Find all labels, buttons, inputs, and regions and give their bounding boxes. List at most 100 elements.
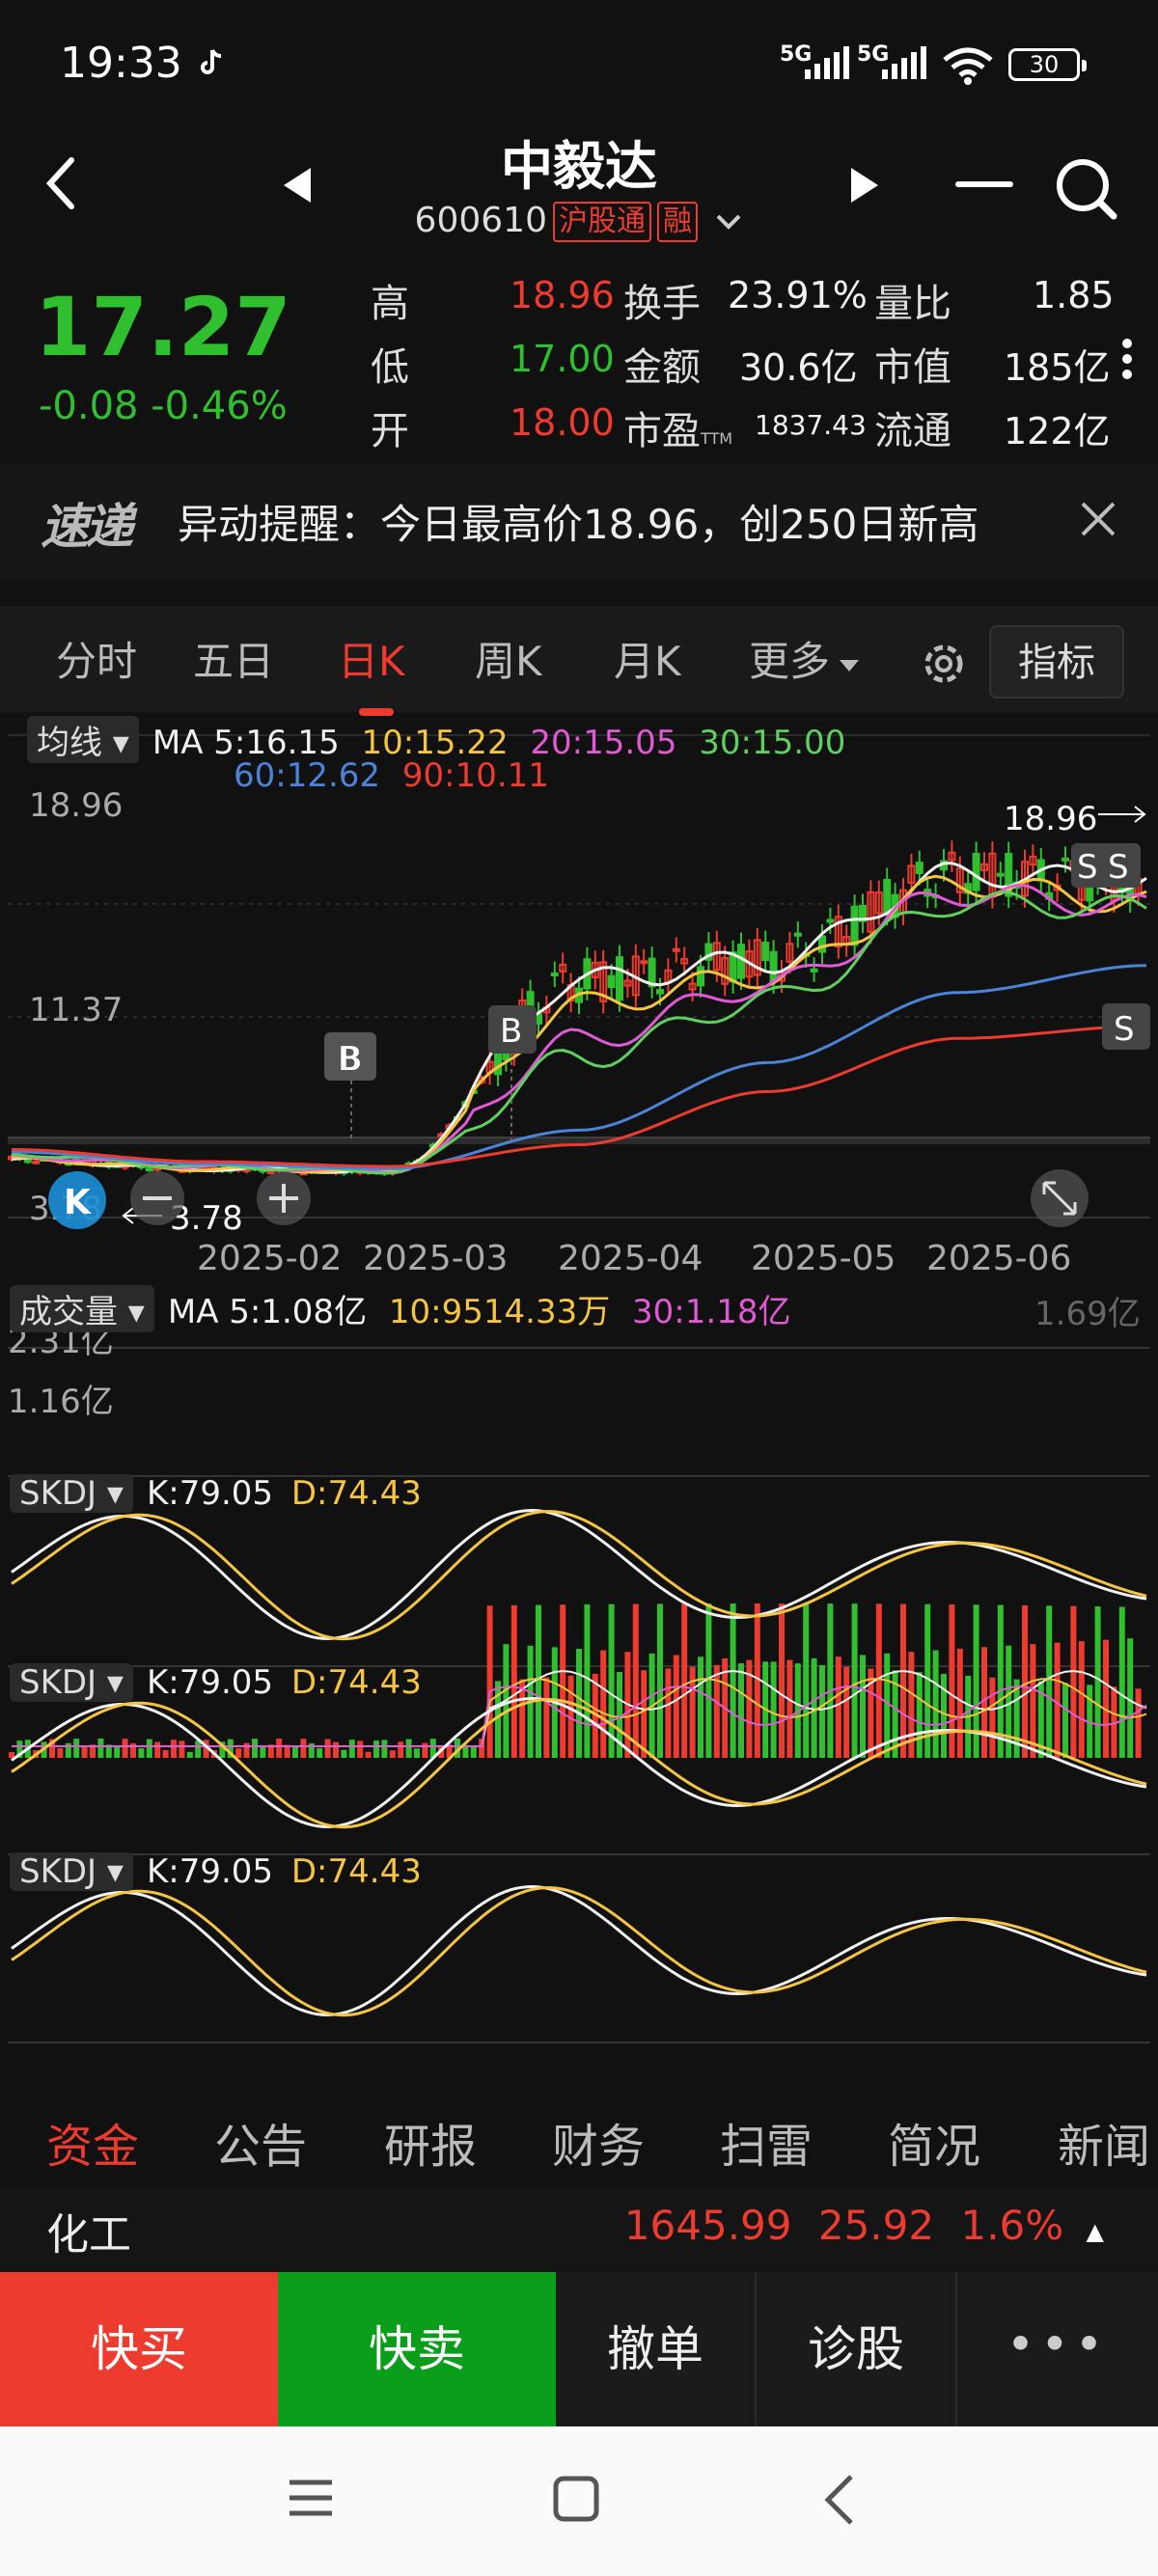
- volume-bar: [1135, 1688, 1142, 1758]
- volume-bar: [900, 1603, 906, 1758]
- tab-announcements[interactable]: 公告: [214, 2108, 307, 2176]
- skdj-legend-2: SKDJ ▾ K:79.05 D:74.43: [10, 1663, 422, 1702]
- volume-bar: [673, 1655, 679, 1758]
- volume-bar: [9, 1752, 14, 1758]
- gear-icon[interactable]: [917, 637, 971, 691]
- search-icon[interactable]: [1052, 154, 1119, 222]
- sector-index: 1645.99: [623, 2202, 792, 2249]
- vol-ma10-value: 10:9514.33万: [388, 1293, 611, 1331]
- more-actions-button[interactable]: •••: [957, 2272, 1158, 2426]
- stock-code: 600610: [414, 201, 547, 240]
- skdj-dropdown[interactable]: SKDJ ▾: [10, 1663, 133, 1702]
- tab-daily-k[interactable]: 日K: [338, 629, 405, 688]
- skdj-k: K:79.05: [146, 1852, 274, 1891]
- skdj-dropdown-label: SKDJ: [19, 1663, 97, 1702]
- tab-funds[interactable]: 资金: [46, 2108, 139, 2176]
- label-pe: 市盈TTM: [623, 399, 732, 455]
- stock-code-row[interactable]: 600610 沪股通融: [0, 201, 1158, 242]
- skdj-dropdown-label: SKDJ: [19, 1474, 97, 1513]
- tiktok-icon: [191, 42, 230, 81]
- volume-bar: [365, 1751, 372, 1758]
- signal-icon: [882, 46, 926, 79]
- volume-bar: [730, 1603, 736, 1758]
- quick-buy-button[interactable]: 快买: [0, 2272, 278, 2426]
- ma-dropdown[interactable]: 均线 ▾: [27, 716, 139, 763]
- tab-monthly-k[interactable]: 月K: [614, 629, 681, 688]
- tab-more[interactable]: 更多: [749, 629, 861, 688]
- volume-axis-mid: 1.16亿: [8, 1383, 114, 1421]
- home-icon[interactable]: [552, 2475, 600, 2523]
- next-stock-icon[interactable]: [847, 166, 882, 205]
- margin-badge: 融: [656, 202, 698, 242]
- value-open: 18.00: [510, 401, 615, 444]
- value-low: 17.00: [510, 338, 615, 380]
- ma90-value: 90:10.11: [401, 756, 549, 795]
- skdj-dropdown[interactable]: SKDJ ▾: [10, 1474, 133, 1513]
- volume-bar: [543, 1677, 550, 1758]
- indicator-button[interactable]: 指标: [989, 625, 1124, 699]
- value-volume-ratio: 1.85: [1033, 274, 1115, 316]
- volume-bar: [276, 1739, 283, 1758]
- volume-dropdown-label: 成交量: [19, 1293, 118, 1331]
- cancel-order-button[interactable]: 撤单: [556, 2272, 757, 2426]
- close-icon[interactable]: [1077, 498, 1119, 540]
- vol-ma5-value: MA 5:1.08亿: [167, 1293, 368, 1331]
- candle-body: [972, 852, 980, 891]
- menu-icon[interactable]: [286, 2477, 336, 2519]
- tab-profile[interactable]: 简况: [888, 2108, 980, 2176]
- quick-sell-button[interactable]: 快卖: [278, 2272, 556, 2426]
- k-logo-icon: K: [48, 1171, 106, 1229]
- tab-five-day[interactable]: 五日: [193, 629, 274, 688]
- volume-bar: [779, 1603, 785, 1758]
- volume-bar: [1070, 1605, 1077, 1758]
- skdj-dropdown[interactable]: SKDJ ▾: [10, 1852, 133, 1891]
- volume-max: 1.69亿: [1034, 1295, 1141, 1333]
- tab-research[interactable]: 研报: [384, 2108, 477, 2176]
- volume-bar: [97, 1739, 104, 1758]
- price-change: -0.08 -0.46%: [39, 384, 288, 428]
- volume-bar: [73, 1739, 80, 1758]
- volume-bar: [317, 1747, 323, 1758]
- volume-bar: [536, 1604, 541, 1758]
- volume-bar: [186, 1751, 193, 1758]
- volume-bar: [819, 1664, 825, 1758]
- volume-bar: [932, 1650, 939, 1758]
- volume-bar: [171, 1740, 177, 1758]
- ma-legend-row2: 60:12.62 90:10.11: [234, 756, 549, 795]
- ma30-value: 30:15.00: [699, 724, 846, 762]
- ma60-value: 60:12.62: [234, 756, 381, 795]
- skdj-k: K:79.05: [146, 1663, 274, 1702]
- volume-dropdown[interactable]: 成交量 ▾: [10, 1285, 154, 1332]
- tab-weekly-k[interactable]: 周K: [475, 629, 542, 688]
- volume-bar: [1118, 1606, 1125, 1758]
- tab-intraday[interactable]: 分时: [56, 629, 137, 688]
- volume-bar: [681, 1603, 688, 1758]
- volume-bar: [81, 1746, 88, 1758]
- volume-bar: [1078, 1641, 1085, 1758]
- candle-body: [640, 960, 648, 965]
- sector-name: 化工: [46, 2210, 131, 2260]
- signal-marker-s2: S: [1108, 848, 1129, 887]
- skdj-d: D:74.43: [290, 1663, 422, 1702]
- chevron-down-icon: [717, 214, 741, 230]
- caret-up-icon: ▲: [1086, 2218, 1104, 2245]
- tab-risk-scan[interactable]: 扫雷: [720, 2108, 813, 2176]
- kline-chart[interactable]: B B B S S S 18.96 11.37 3.78 3.78 18.96 …: [0, 716, 1158, 2047]
- ma20-value: 20:15.05: [530, 724, 677, 762]
- volume-bar: [195, 1740, 202, 1758]
- nav-back-icon[interactable]: [820, 2473, 859, 2527]
- signal-marker-b3: B: [500, 1012, 522, 1051]
- more-vertical-icon[interactable]: [1121, 338, 1133, 380]
- tab-finance[interactable]: 财务: [552, 2108, 645, 2176]
- date-label: 2025-05: [751, 1239, 896, 1278]
- chart-background: [0, 716, 1158, 2047]
- candle-body: [672, 947, 680, 952]
- tab-news[interactable]: 新闻: [1058, 2108, 1150, 2176]
- label-pe-sub: TTM: [701, 429, 733, 448]
- value-high: 18.96: [510, 274, 615, 316]
- diagnose-stock-button[interactable]: 诊股: [757, 2272, 957, 2426]
- axis-price-mid: 11.37: [29, 991, 123, 1029]
- vol-ma30-value: 30:1.18亿: [632, 1293, 791, 1331]
- minus-icon[interactable]: [955, 181, 1013, 187]
- tab-active-indicator: [359, 708, 394, 716]
